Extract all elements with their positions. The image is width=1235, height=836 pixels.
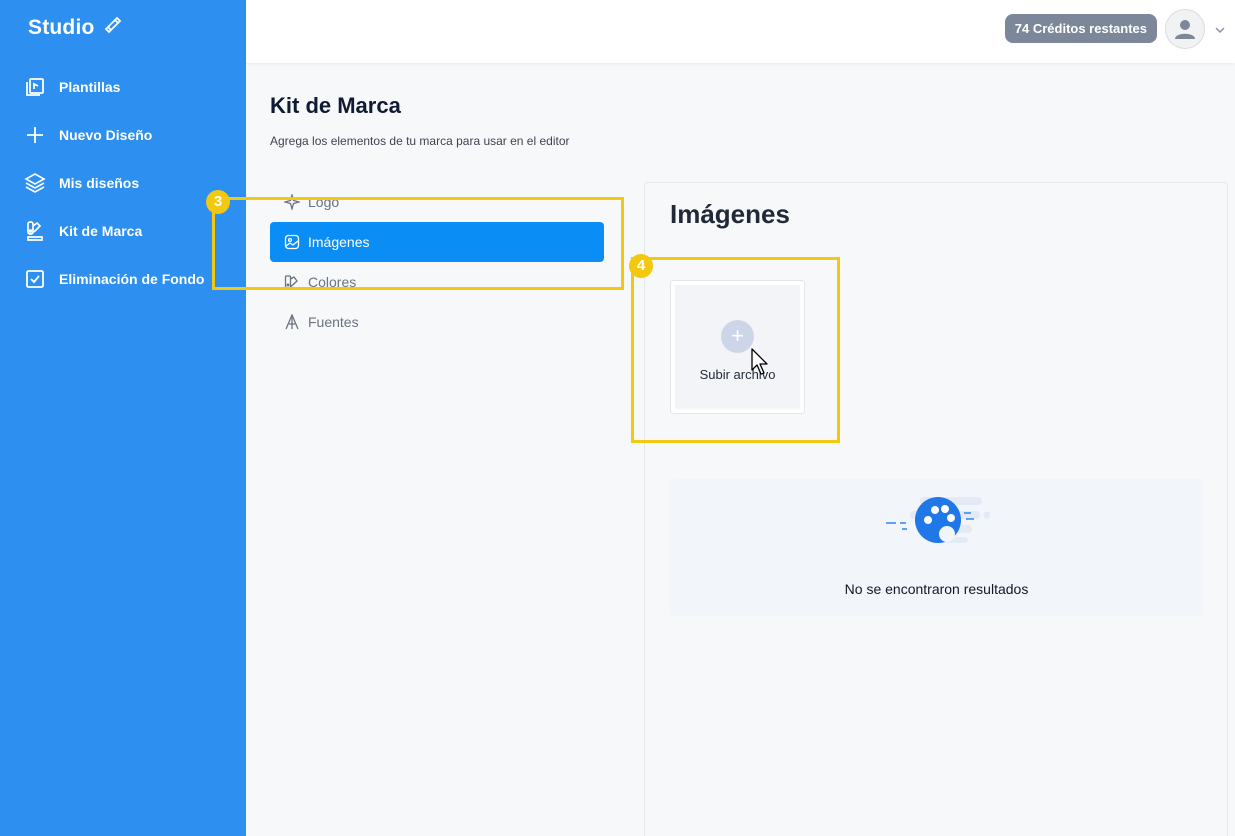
menu-item-label: Fuentes: [308, 314, 359, 330]
step-badge-4: 4: [629, 254, 653, 278]
sidebar-nav: Plantillas Nuevo Diseño Mis diseños Kit …: [0, 63, 246, 303]
sidebar-item-kit-de-marca[interactable]: Kit de Marca: [0, 207, 246, 255]
page-title: Kit de Marca: [270, 93, 401, 118]
templates-icon: [24, 76, 46, 98]
brand-kit-icon: [24, 220, 46, 242]
sidebar-item-eliminacion-de-fondo[interactable]: Eliminación de Fondo: [0, 255, 246, 303]
empty-state-text: No se encontraron resultados: [844, 581, 1029, 597]
panel-title: Imágenes: [670, 199, 790, 229]
step-badge-3: 3: [206, 190, 230, 214]
sidebar-item-label: Nuevo Diseño: [59, 127, 153, 143]
layers-icon: [24, 172, 46, 194]
brush-icon: [103, 15, 123, 40]
top-bar: 74 Créditos restantes: [246, 0, 1235, 63]
highlight-box-4: [631, 257, 840, 443]
sidebar: Studio Plantillas Nuevo Diseño Mis diseñ…: [0, 0, 246, 836]
empty-state: No se encontraron resultados: [670, 479, 1203, 616]
palette-illustration-icon: [880, 493, 991, 554]
sidebar-item-label: Eliminación de Fondo: [59, 271, 205, 287]
plus-icon: [24, 124, 46, 146]
brand-logo[interactable]: Studio: [28, 15, 123, 40]
menu-item-fuentes[interactable]: Fuentes: [270, 302, 604, 342]
user-icon: [1175, 20, 1195, 39]
sidebar-item-label: Mis diseños: [59, 175, 140, 191]
credits-badge[interactable]: 74 Créditos restantes: [1004, 14, 1157, 43]
page-subtitle: Agrega los elementos de tu marca para us…: [270, 134, 570, 148]
sidebar-item-plantillas[interactable]: Plantillas: [0, 63, 246, 111]
sidebar-item-label: Kit de Marca: [59, 223, 143, 239]
mouse-pointer-icon: [750, 348, 770, 381]
checkbox-icon: [24, 268, 46, 290]
chevron-down-icon[interactable]: [1215, 22, 1225, 40]
sidebar-item-nuevo-diseno[interactable]: Nuevo Diseño: [0, 111, 246, 159]
sidebar-item-label: Plantillas: [59, 79, 121, 95]
avatar[interactable]: [1165, 9, 1205, 49]
font-icon: [284, 314, 300, 330]
brand-name: Studio: [28, 15, 95, 39]
highlight-box-3: [212, 197, 624, 290]
